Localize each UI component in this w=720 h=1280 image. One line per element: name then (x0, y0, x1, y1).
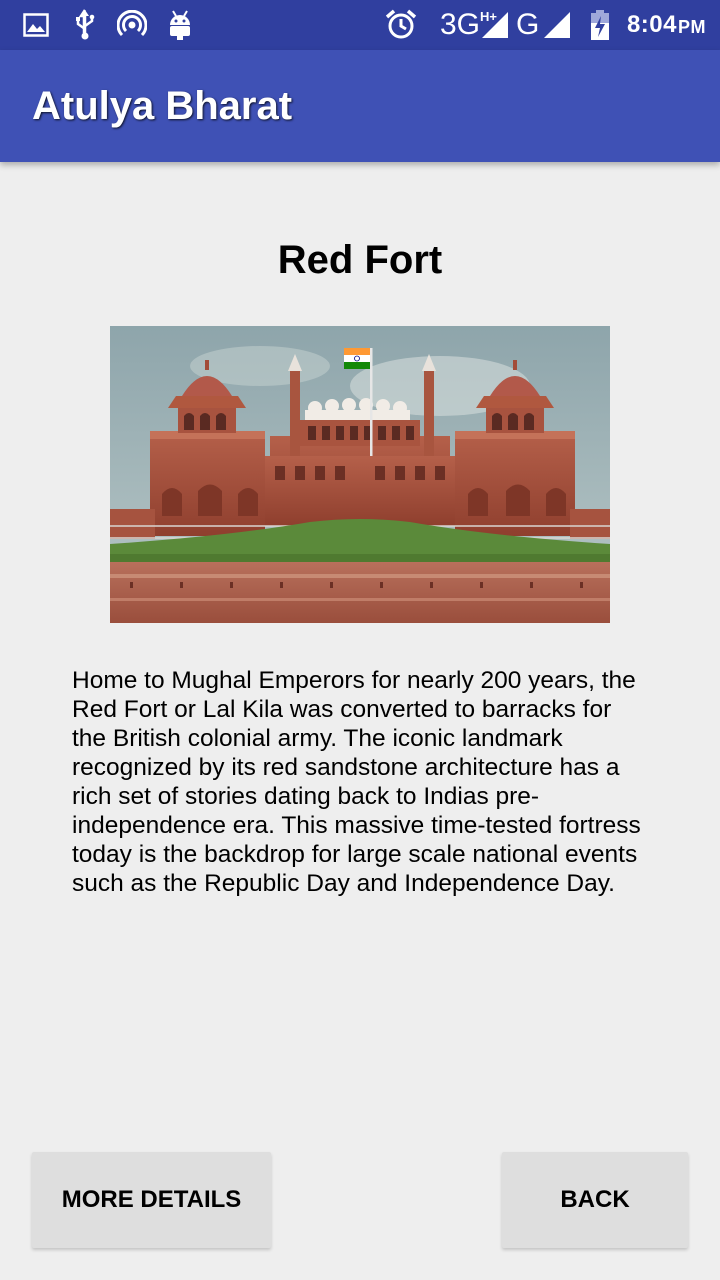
alarm-icon (384, 0, 418, 50)
more-details-button-label: MORE DETAILS (61, 1186, 242, 1213)
app-title: Atulya Bharat (32, 83, 293, 128)
app-bar: Atulya Bharat (0, 50, 720, 162)
signal-icon (542, 0, 572, 50)
usb-icon (72, 0, 98, 50)
more-details-button[interactable]: MORE DETAILS (32, 1152, 271, 1248)
description-text: Home to Mughal Emperors for nearly 200 y… (72, 667, 641, 897)
status-bar: 3G H+ G 8:04 PM (0, 0, 720, 50)
back-button-label: BACK (560, 1186, 630, 1213)
signal-icon (480, 0, 510, 50)
network-type-label-2: G (516, 8, 540, 41)
red-fort-image (110, 326, 610, 623)
status-time: 8:04 PM (626, 11, 706, 38)
android-debug-icon (166, 0, 194, 50)
battery-charging-icon (588, 0, 612, 50)
page-title: Red Fort (277, 238, 443, 282)
image-icon (22, 0, 50, 50)
hotspot-icon (116, 0, 148, 50)
back-button[interactable]: BACK (502, 1152, 688, 1248)
